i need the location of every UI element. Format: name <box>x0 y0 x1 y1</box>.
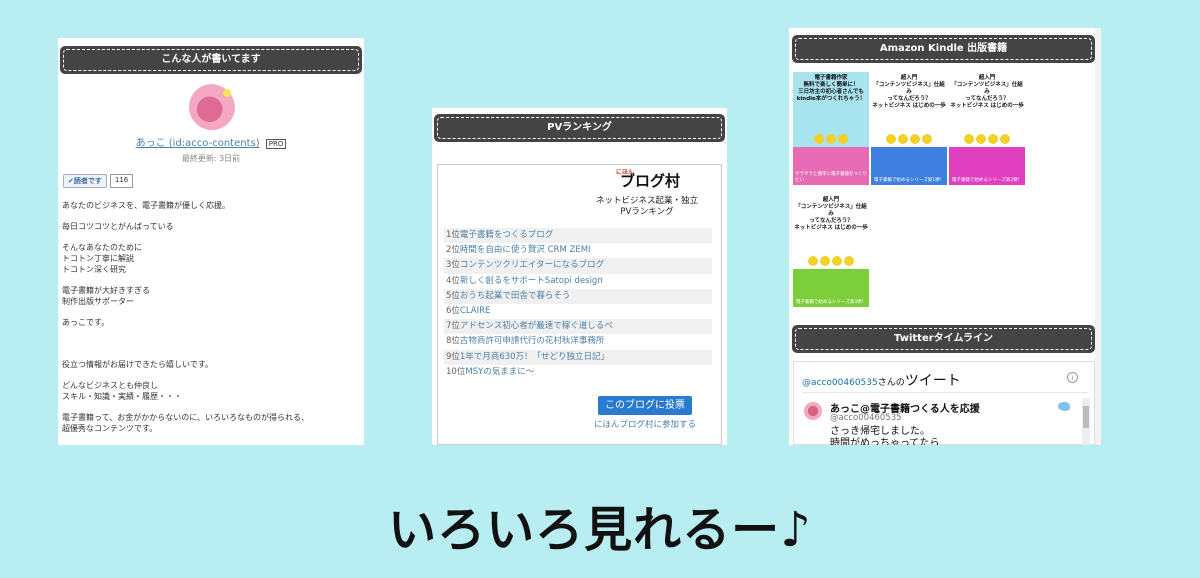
list-item: 10位MSYの気ままに〜 <box>444 365 712 380</box>
list-item: 3位コンテンツクリエイターになるブログ <box>444 258 712 274</box>
cover-text: 電子書籍作家 無料で楽しく簡単に！ 三日坊主の初心者さんでも kindle本がつ… <box>796 75 866 102</box>
twitter-title: Twitterタイムライン <box>792 325 1095 353</box>
desc-paragraph: あっこです。 <box>62 318 110 327</box>
rank-link[interactable]: 時間を自由に使う賢沢 CRM ZEMI <box>460 245 591 255</box>
twitter-heading: ツイート <box>904 373 961 389</box>
rank-number: 9位 <box>446 351 460 362</box>
list-item: 1位電子書籍をつくるブログ <box>444 228 712 244</box>
kindle-title: Amazon Kindle 出版書籍 <box>792 35 1095 63</box>
last-updated: 最終更新: 3日前 <box>181 154 241 163</box>
list-item: 7位アドセンス初心者が最速で稼ぐ道しるべ <box>444 319 712 335</box>
info-icon[interactable]: i <box>1067 372 1078 383</box>
rank-number: 10位 <box>446 366 466 377</box>
reader-widget: ✔読者です 116 <box>63 174 134 188</box>
twitter-handle-link[interactable]: @acco00460535 <box>802 378 878 388</box>
book-cover[interactable]: 超入門 「コンテンツビジネス」仕組み ってなんだろう？ ネットビジネス はじめの… <box>949 72 1025 185</box>
list-item: 5位おうち起業で田舎で暮らそう <box>444 288 712 304</box>
rank-link[interactable]: アドセンス初心者が最速で稼ぐ道しるべ <box>460 321 613 331</box>
timeline-header: @acco00460535さんのツイート <box>802 370 961 390</box>
desc-paragraph: 役立つ情報がお届けできたら嬉しいです。 <box>62 360 213 369</box>
rank-number: 8位 <box>446 336 460 347</box>
desc-paragraph: 電子書籍が大好きすぎる 制作出版サポーター <box>62 286 150 306</box>
rank-link[interactable]: 1年で月商630万！「せどり独立日記」 <box>460 352 609 362</box>
cover-chicks <box>793 252 869 270</box>
rank-number: 5位 <box>446 290 460 301</box>
vote-button[interactable]: このブログに投票 <box>598 396 692 415</box>
blogmura-logo[interactable]: にほん ブログ村 <box>616 169 680 191</box>
twitter-timeline: @acco00460535さんのツイート i あっこ@電子書籍つくる人を応援 @… <box>793 361 1095 445</box>
rank-link[interactable]: コンテンツクリエイターになるブログ <box>460 260 604 270</box>
rank-link[interactable]: CLAIRE <box>460 306 490 316</box>
profile-description: あなたのビジネスを、電子書籍が優しく応援。 毎日コツコツとがんばっている そんな… <box>62 200 358 444</box>
book-cover[interactable]: 超入門 「コンテンツビジネス」仕組み ってなんだろう？ ネットビジネス はじめの… <box>871 72 947 185</box>
list-item: 2位時間を自由に使う賢沢 CRM ZEMI <box>444 243 712 258</box>
divider <box>802 392 1088 393</box>
list-item: 8位古物商許可申請代行の花村秋洋事務所 <box>444 334 712 349</box>
pro-badge: PRO <box>265 139 287 149</box>
scrollbar-thumb[interactable] <box>1083 406 1089 428</box>
list-item: 4位新しく創るをサポートSatopi design <box>444 274 712 289</box>
twitter-suffix: さんの <box>877 378 905 388</box>
tweet-author-id[interactable]: @acco00460535 <box>830 413 902 423</box>
join-link[interactable]: にほんブログ村に参加する <box>594 418 696 430</box>
ranking-subtitle: ネットビジネス起業・独立 PVランキング <box>595 196 698 217</box>
avatar[interactable] <box>189 84 235 130</box>
author-line: あっこ (id:acco-contents) PRO <box>58 134 364 149</box>
desc-paragraph: あなたのビジネスを、電子書籍が優しく応援。 <box>62 201 230 210</box>
rank-number: 4位 <box>446 275 460 286</box>
twitter-bird-icon[interactable] <box>1058 402 1070 411</box>
cover-chicks <box>793 130 869 148</box>
cover-bottom: 電子書籍で始めるシリーズ第1弾！ <box>871 147 947 185</box>
cover-text: 超入門 「コンテンツビジネス」仕組み ってなんだろう？ ネットビジネス はじめの… <box>950 75 1024 109</box>
sidebar-right-panel: Amazon Kindle 出版書籍 電子書籍作家 無料で楽しく簡単に！ 三日坊… <box>789 28 1101 445</box>
list-item: 9位1年で月商630万！「せどり独立日記」 <box>444 349 712 365</box>
reader-count: 116 <box>109 174 134 188</box>
tweet-text: さっき帰宅しました。 時間がめっちゃってたら <box>830 426 940 445</box>
reader-button[interactable]: ✔読者です <box>63 174 107 188</box>
headline: いろいろ見れるー♪ <box>388 502 812 558</box>
rank-number: 6位 <box>446 305 460 316</box>
profile-panel: こんな人が書いてます あっこ (id:acco-contents) PRO 最終… <box>58 38 364 445</box>
timeline-scrollbar[interactable] <box>1082 398 1090 445</box>
cover-bottom: 電子書籍で始めるシリーズ第3弾！ <box>793 269 869 307</box>
cover-bottom: サラサラと簡単に電子書籍をつくりたい <box>793 147 869 185</box>
rank-link[interactable]: MSYの気ままに〜 <box>465 367 534 377</box>
rank-number: 2位 <box>446 245 460 256</box>
blogmura-logo-small: にほん <box>616 169 635 176</box>
rank-number: 1位 <box>446 230 460 240</box>
rank-link[interactable]: 古物商許可申請代行の花村秋洋事務所 <box>460 336 605 346</box>
profile-title: こんな人が書いてます <box>60 46 362 74</box>
book-cover[interactable]: 超入門 「コンテンツビジネス」仕組み ってなんだろう？ ネットビジネス はじめの… <box>793 194 869 307</box>
rank-link[interactable]: 新しく創るをサポートSatopi design <box>460 276 603 286</box>
cover-bottom: 電子書籍で始めるシリーズ第2弾！ <box>949 147 1025 185</box>
cover-text: 超入門 「コンテンツビジネス」仕組み ってなんだろう？ ネットビジネス はじめの… <box>794 197 868 231</box>
ranking-panel: PVランキング にほん ブログ村 ネットビジネス起業・独立 PVランキング 1位… <box>432 108 727 445</box>
desc-paragraph <box>62 338 358 349</box>
rank-link[interactable]: 電子書籍をつくるブログ <box>460 230 553 240</box>
rank-number: 7位 <box>446 321 460 332</box>
ranking-title: PVランキング <box>434 114 725 142</box>
cover-text: 超入門 「コンテンツビジネス」仕組み ってなんだろう？ ネットビジネス はじめの… <box>872 75 946 109</box>
cover-chicks <box>949 130 1025 148</box>
desc-paragraph: どんなビジネスとも仲良し スキル・知識・実績・履歴・・・ <box>62 381 182 401</box>
rank-number: 3位 <box>446 260 460 271</box>
book-cover[interactable]: 電子書籍作家 無料で楽しく簡単に！ 三日坊主の初心者さんでも kindle本がつ… <box>793 72 869 185</box>
desc-paragraph: そんなあなたのために トコトン丁寧に解説 トコトン深く研究 <box>62 243 142 274</box>
desc-paragraph: 電子書籍って、お金がかからないのに、いろいろなものが得られる、 超優秀なコンテン… <box>62 413 309 433</box>
cover-chicks <box>871 130 947 148</box>
desc-paragraph: 毎日コツコツとがんばっている <box>62 222 174 231</box>
list-item: 6位CLAIRE <box>444 304 712 319</box>
page-scrollbar[interactable] <box>1095 28 1101 445</box>
rank-link[interactable]: おうち起業で田舎で暮らそう <box>460 291 571 301</box>
avatar[interactable] <box>804 402 822 420</box>
author-name-link[interactable]: あっこ (id:acco-contents) <box>136 138 260 149</box>
ranking-list: 1位電子書籍をつくるブログ 2位時間を自由に使う賢沢 CRM ZEMI 3位コン… <box>444 228 712 380</box>
